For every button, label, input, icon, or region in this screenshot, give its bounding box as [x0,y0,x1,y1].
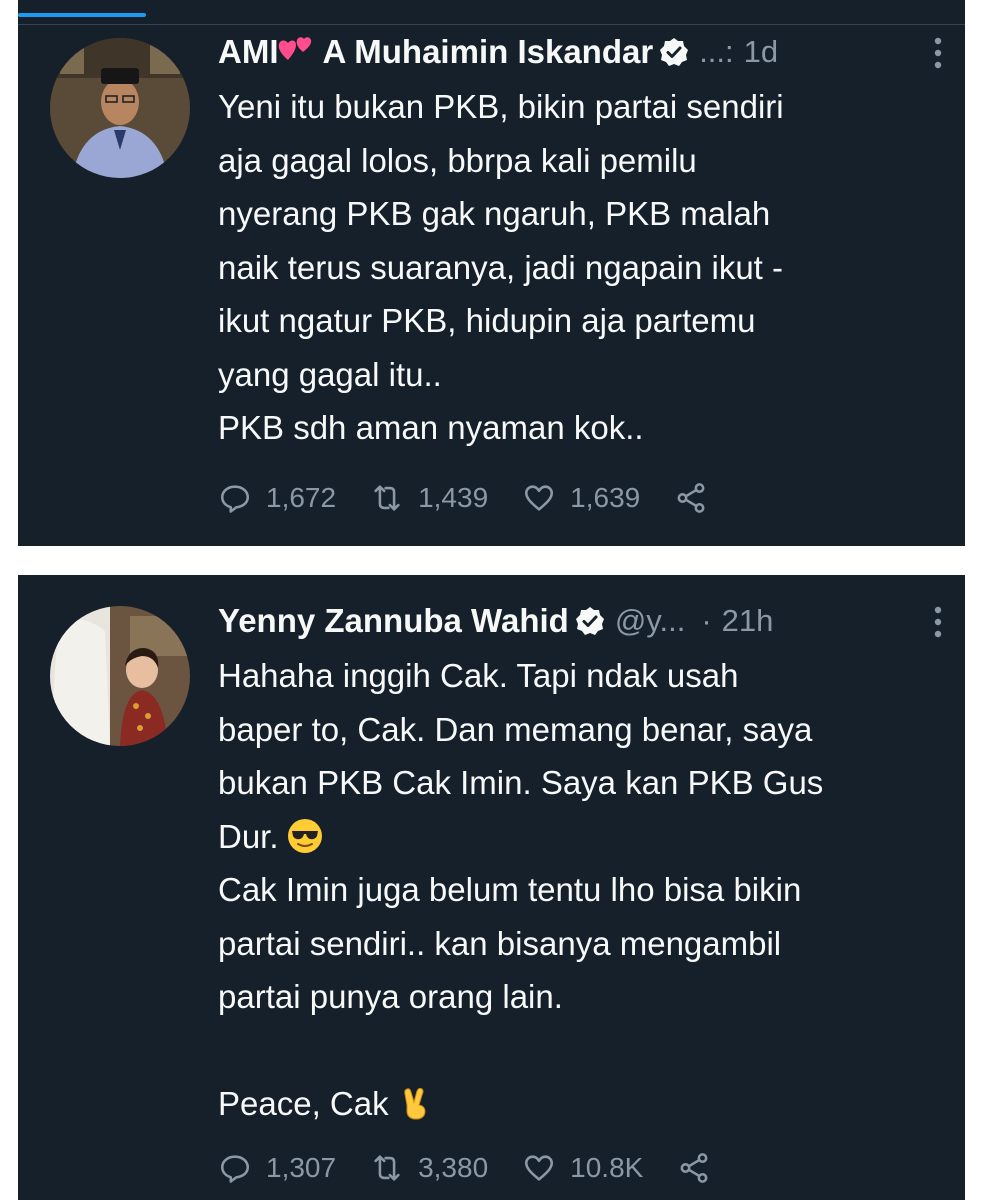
reply-count: 1,307 [266,1152,337,1183]
tweet-text: Hahaha inggih Cak. Tapi ndak usah baper … [218,649,945,1131]
handle[interactable]: @y... [615,603,686,639]
handle[interactable]: ...: [699,34,733,70]
avatar[interactable] [50,606,190,746]
like-count: 10.8K [570,1152,644,1183]
like-icon [525,485,554,511]
reply-button[interactable]: 1,307 [218,1151,370,1185]
heart-emoji-icon [277,30,315,62]
share-button[interactable] [674,481,722,515]
display-name[interactable]: AMI [218,33,279,71]
tweet-text-part2: Cak Imin juga belum tentu lho bisa bikin… [218,871,802,1122]
share-button[interactable] [677,1151,725,1185]
reply-icon [220,485,250,513]
verified-badge-icon [659,37,689,67]
like-button[interactable]: 1,639 [522,481,674,515]
active-tab-indicator [18,13,146,17]
timestamp[interactable]: 1d [744,34,778,70]
more-icon[interactable] [931,605,945,639]
share-icon [677,483,705,513]
reply-count: 1,672 [266,482,337,513]
separator-dot: · [701,603,712,638]
tweet-header: AMI A Muhaimin Iskandar ...: 1d [218,26,945,78]
tweet-card-ami[interactable]: AMI A Muhaimin Iskandar ...: 1d Yeni itu… [18,0,965,546]
timestamp[interactable]: 21h [722,603,774,639]
divider [18,24,965,25]
retweet-count: 1,439 [418,482,489,513]
victory-hand-emoji-icon [397,1083,433,1120]
share-icon [680,1153,708,1183]
tweet-actions: 1,307 3,380 10.8K [218,1146,725,1190]
display-name[interactable]: Yenny Zannuba Wahid [218,602,569,640]
retweet-count: 3,380 [418,1152,489,1183]
tweet-actions: 1,672 1,439 1,639 [218,476,722,520]
verified-badge-icon [575,606,605,636]
reply-button[interactable]: 1,672 [218,481,370,515]
retweet-button[interactable]: 3,380 [370,1151,522,1185]
reply-icon [220,1155,250,1183]
retweet-icon [374,485,400,511]
tweet-card-yenny[interactable]: Yenny Zannuba Wahid @y... · 21h Hahaha i… [18,575,965,1200]
retweet-icon [374,1155,400,1181]
sunglasses-emoji-icon [287,816,323,853]
retweet-button[interactable]: 1,439 [370,481,522,515]
tweet-text: Yeni itu bukan PKB, bikin partai sendiri… [218,88,784,446]
display-name-suffix[interactable]: A Muhaimin Iskandar [323,33,654,71]
like-icon [525,1155,554,1181]
tweet-header: Yenny Zannuba Wahid @y... · 21h [218,595,945,647]
more-icon[interactable] [931,36,945,70]
like-button[interactable]: 10.8K [522,1151,677,1185]
like-count: 1,639 [570,482,641,513]
avatar[interactable] [50,38,190,178]
